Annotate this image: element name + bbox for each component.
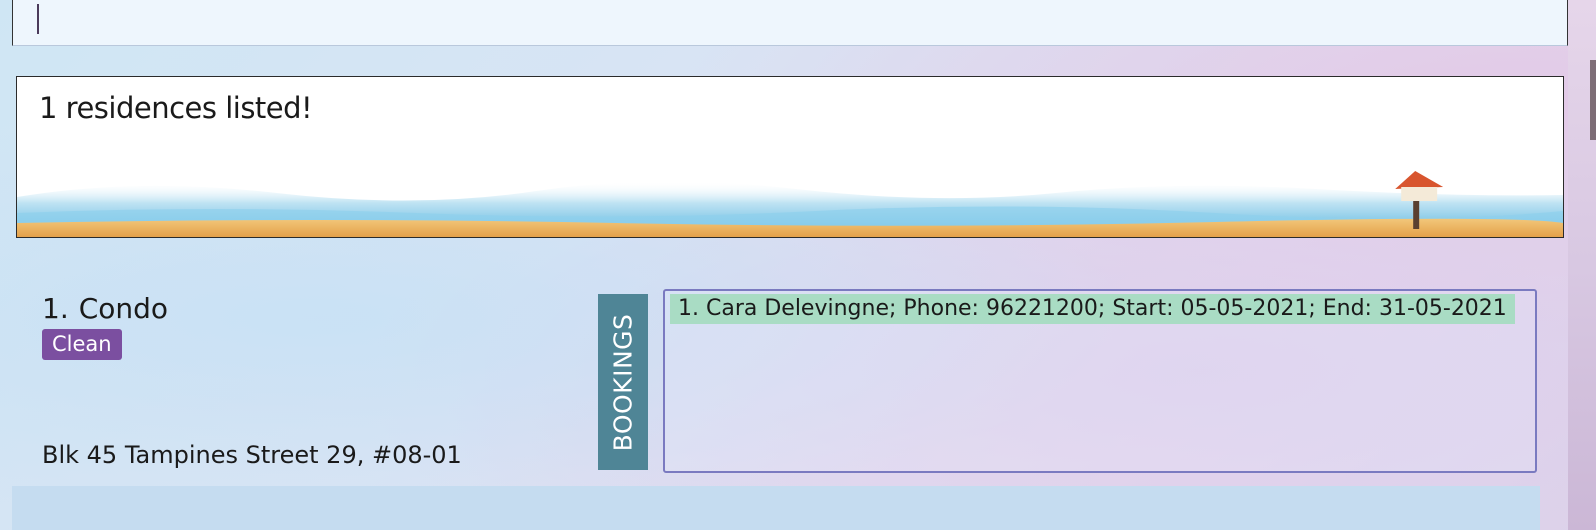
bookings-label: BOOKINGS bbox=[598, 294, 648, 470]
result-message: 1 residences listed! bbox=[39, 91, 313, 125]
clean-status-tag: Clean bbox=[42, 329, 122, 360]
result-display: 1 residences listed! bbox=[16, 76, 1564, 238]
command-input-box[interactable] bbox=[12, 0, 1568, 46]
bookings-list[interactable]: 1. Cara Delevingne; Phone: 96221200; Sta… bbox=[663, 289, 1537, 473]
window-edge-shadow bbox=[1590, 60, 1596, 140]
bookings-label-text: BOOKINGS bbox=[608, 313, 638, 451]
beach-illustration bbox=[17, 171, 1563, 237]
text-caret bbox=[37, 4, 39, 34]
residence-name: Condo bbox=[78, 292, 169, 325]
residence-address: Blk 45 Tampines Street 29, #08-01 bbox=[42, 441, 462, 469]
residence-title: 1. Condo bbox=[42, 292, 168, 325]
list-panel-background bbox=[12, 486, 1540, 530]
booking-item[interactable]: 1. Cara Delevingne; Phone: 96221200; Sta… bbox=[670, 294, 1515, 324]
residence-index: 1. bbox=[42, 292, 69, 325]
residence-card[interactable]: 1. Condo Clean Blk 45 Tampines Street 29,… bbox=[12, 260, 1568, 486]
